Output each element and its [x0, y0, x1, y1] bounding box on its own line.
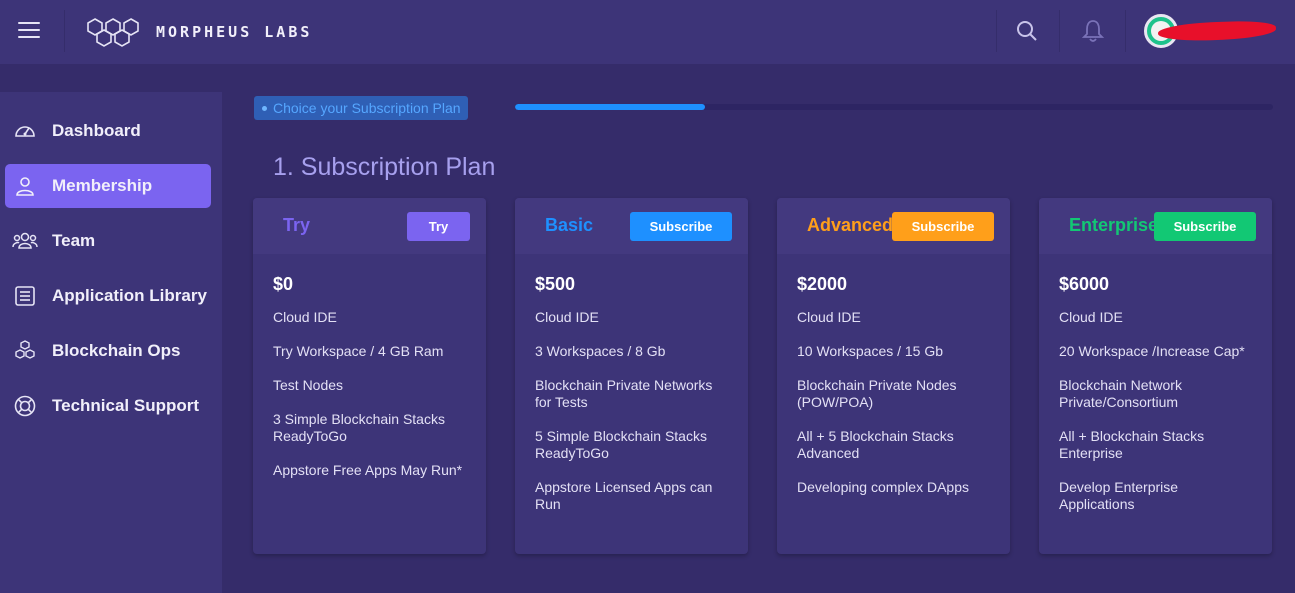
plan-feature: Cloud IDE: [1059, 309, 1123, 325]
plan-card-header: Basic Subscribe: [515, 198, 748, 254]
divider: [64, 10, 65, 52]
wizard-progress: [515, 104, 1273, 110]
sidebar-item-label: Application Library: [52, 286, 207, 305]
plan-name: Enterprise: [1069, 215, 1159, 235]
plan-feature: Appstore Licensed Apps can Run: [535, 479, 713, 512]
divider: [996, 10, 997, 52]
logo[interactable]: MORPHEUS LABS: [86, 16, 312, 48]
sidebar-item-dashboard[interactable]: Dashboard: [5, 109, 211, 153]
sidebar-item-label: Membership: [52, 176, 153, 195]
menu-icon[interactable]: [18, 22, 40, 40]
plan-card-try: Try Try $0 Cloud IDE Try Workspace / 4 G…: [253, 198, 486, 554]
plan-feature: Blockchain Private Networks for Tests: [535, 377, 713, 410]
plan-feature: Test Nodes: [273, 377, 344, 393]
brand-name: MORPHEUS LABS: [156, 23, 313, 41]
sidebar-item-label: Dashboard: [52, 121, 141, 140]
plan-card-basic: Basic Subscribe $500 Cloud IDE 3 Workspa…: [515, 198, 748, 554]
step-dot-icon: [262, 105, 267, 111]
plan-feature: Blockchain Private Nodes (POW/POA): [797, 377, 957, 410]
plan-card-header: Enterprise Subscribe: [1039, 198, 1272, 254]
subscribe-button[interactable]: Subscribe: [1154, 212, 1256, 241]
plan-feature: Cloud IDE: [273, 309, 337, 325]
sidebar-item-label: Team: [52, 231, 96, 250]
sidebar-item-application-library[interactable]: Application Library: [5, 274, 211, 318]
cubes-icon: [12, 338, 38, 364]
wizard-step[interactable]: Choice your Subscription Plan: [254, 96, 468, 120]
sidebar-item-label: Blockchain Ops: [52, 341, 181, 360]
plan-price: $0: [273, 274, 294, 294]
sidebar-item-technical-support[interactable]: Technical Support: [5, 384, 211, 428]
plan-feature: Cloud IDE: [797, 309, 861, 325]
plan-price: $2000: [797, 274, 848, 294]
sidebar: Dashboard Membership Team Application Li…: [0, 92, 222, 593]
plan-feature: 3 Simple Blockchain Stacks ReadyToGo: [273, 411, 445, 444]
logo-hexagons-icon: [87, 18, 139, 47]
plan-card-enterprise: Enterprise Subscribe $6000 Cloud IDE 20 …: [1039, 198, 1272, 554]
plan-feature: Develop Enterprise Applications: [1059, 479, 1179, 512]
step-label: Choice your Subscription Plan: [273, 100, 461, 116]
search-icon[interactable]: [1014, 18, 1040, 44]
plan-name: Basic: [545, 215, 594, 235]
plan-feature: 10 Workspaces / 15 Gb: [797, 343, 944, 359]
plan-price: $500: [535, 274, 576, 294]
list-icon: [12, 283, 38, 309]
plan-card-advanced: Advanced Subscribe $2000 Cloud IDE 10 Wo…: [777, 198, 1010, 554]
subscribe-button[interactable]: Subscribe: [892, 212, 994, 241]
plan-feature: 5 Simple Blockchain Stacks ReadyToGo: [535, 428, 707, 461]
plan-feature: Blockchain Network Private/Consortium: [1059, 377, 1182, 410]
team-icon: [12, 228, 38, 254]
sidebar-item-team[interactable]: Team: [5, 219, 211, 263]
plan-feature: All + 5 Blockchain Stacks Advanced: [797, 428, 954, 461]
sidebar-item-membership[interactable]: Membership: [5, 164, 211, 208]
bell-icon[interactable]: [1080, 18, 1106, 44]
plan-name: Advanced: [807, 215, 894, 235]
speedometer-icon: [12, 118, 38, 144]
divider: [1059, 10, 1060, 52]
page-title: 1. Subscription Plan: [273, 153, 496, 181]
top-bar: MORPHEUS LABS: [0, 0, 1295, 64]
plan-card-header: Try Try: [253, 198, 486, 254]
plan-feature: Developing complex DApps: [797, 479, 969, 495]
sidebar-item-label: Technical Support: [52, 396, 200, 415]
plan-feature: Cloud IDE: [535, 309, 599, 325]
plan-card-header: Advanced Subscribe: [777, 198, 1010, 254]
plan-feature: All + Blockchain Stacks Enterprise: [1059, 428, 1205, 461]
divider: [1125, 10, 1126, 52]
plan-price: $6000: [1059, 274, 1110, 294]
plan-feature: 20 Workspace /Increase Cap*: [1059, 343, 1245, 359]
sidebar-item-blockchain-ops[interactable]: Blockchain Ops: [5, 329, 211, 373]
plan-feature: Try Workspace / 4 GB Ram: [273, 343, 444, 359]
plan-name: Try: [283, 215, 311, 235]
plan-feature: 3 Workspaces / 8 Gb: [535, 343, 666, 359]
user-icon: [12, 173, 38, 199]
lifebuoy-icon: [12, 393, 38, 419]
subscribe-button[interactable]: Subscribe: [630, 212, 732, 241]
plan-feature: Appstore Free Apps May Run*: [273, 462, 463, 478]
wizard-progress-fill: [515, 104, 705, 110]
try-button[interactable]: Try: [407, 212, 470, 241]
